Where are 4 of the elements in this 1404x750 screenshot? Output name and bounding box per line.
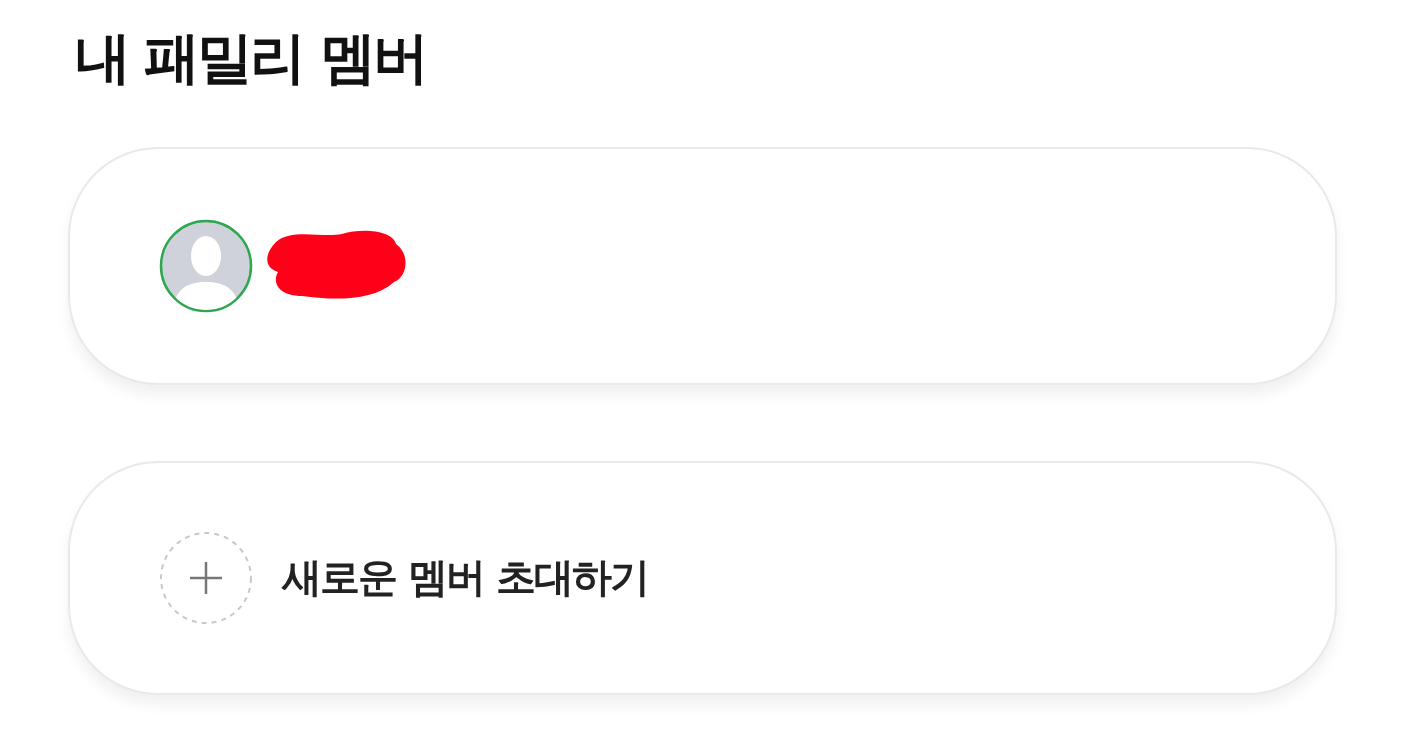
avatar-icon xyxy=(158,217,254,314)
add-icon xyxy=(158,529,254,626)
invite-member-button[interactable]: 새로운 멤버 초대하기 xyxy=(68,460,1337,695)
page-title: 내 패밀리 멤버 xyxy=(75,24,426,92)
